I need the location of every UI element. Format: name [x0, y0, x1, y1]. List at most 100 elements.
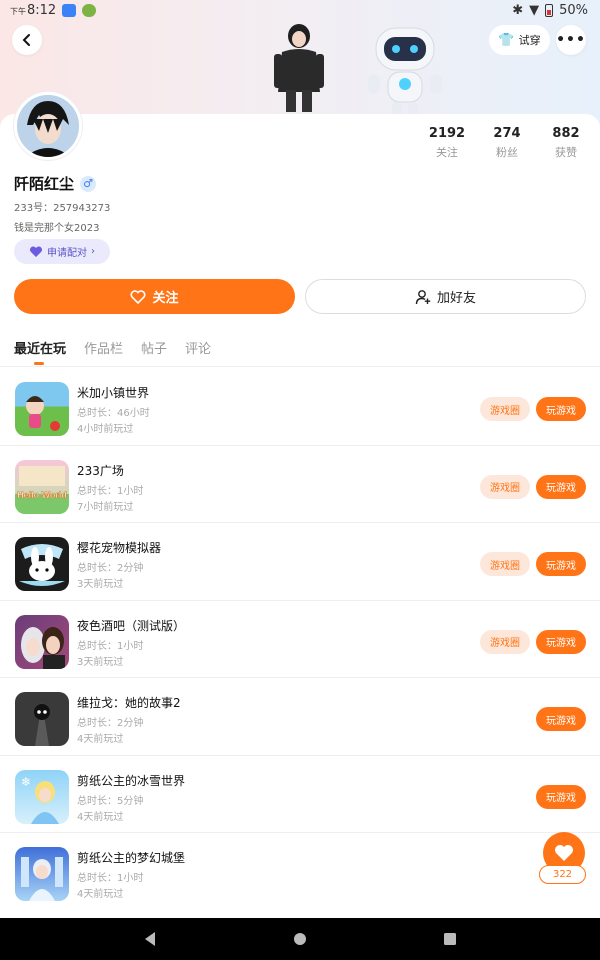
- user-id: 233号：257943273: [14, 203, 111, 214]
- game-row[interactable]: Hello World 233广场 总时长：1小时 7小时前玩过 游戏圈 玩游戏: [0, 446, 600, 523]
- game-row[interactable]: 樱花宠物模拟器 总时长：2分钟 3天前玩过 游戏圈 玩游戏: [0, 523, 600, 601]
- game-icon: [15, 847, 69, 901]
- game-row[interactable]: ❄ 剪纸公主的冰雪世界 总时长：5分钟 4天前玩过 玩游戏: [0, 756, 600, 833]
- game-name: 夜色酒吧（测试版）: [77, 618, 186, 633]
- add-user-icon: [415, 289, 431, 304]
- follow-button[interactable]: 关注: [14, 279, 295, 314]
- game-last-played: 3天前玩过: [77, 656, 124, 668]
- game-row[interactable]: 米加小镇世界 总时长：46小时 4小时前玩过 游戏圈 玩游戏: [0, 368, 600, 446]
- nav-recents-icon[interactable]: [443, 932, 457, 946]
- app-notification-icon: [62, 4, 76, 17]
- game-icon: ❄: [15, 769, 69, 824]
- game-icon-caption: Hello World: [17, 490, 67, 500]
- add-friend-label: 加好友: [436, 291, 476, 306]
- stat-following[interactable]: 2192 关注: [417, 126, 477, 160]
- status-ampm: 下午: [10, 7, 26, 16]
- back-button[interactable]: [12, 25, 42, 55]
- stat-value: 882: [552, 126, 580, 141]
- battery-icon: [545, 4, 554, 17]
- user-bio: 钱是完那个女2023: [14, 223, 100, 234]
- game-circle-button[interactable]: 游戏圈: [480, 629, 530, 654]
- avatar[interactable]: [14, 92, 82, 160]
- wifi-icon: ▼: [529, 3, 540, 18]
- tabs-divider: [0, 366, 600, 367]
- avatar-character-illustration: [274, 24, 324, 112]
- game-last-played: 4天前玩过: [77, 889, 124, 900]
- game-last-played: 4天前玩过: [77, 811, 124, 823]
- game-icon: Hello World: [15, 459, 69, 514]
- tab-recently-played[interactable]: 最近在玩: [14, 338, 66, 365]
- status-time: 下午8:12: [10, 3, 56, 18]
- game-icon: [15, 382, 69, 436]
- stat-followers[interactable]: 274 粉丝: [477, 126, 537, 160]
- game-last-played: 7小时前玩过: [77, 501, 134, 513]
- game-name: 维拉戈：她的故事2: [77, 696, 181, 710]
- game-row[interactable]: 夜色酒吧（测试版） 总时长：1小时 3天前玩过 游戏圈 玩游戏: [0, 601, 600, 678]
- try-on-button[interactable]: 👕 试穿: [489, 25, 550, 55]
- system-navigation-bar: [0, 918, 600, 960]
- recent-games-list: 米加小镇世界 总时长：46小时 4小时前玩过 游戏圈 玩游戏 Hello Wor…: [0, 368, 600, 911]
- heart-icon: [555, 845, 573, 861]
- game-name: 樱花宠物模拟器: [77, 541, 162, 555]
- tab-works[interactable]: 作品栏: [84, 338, 123, 357]
- game-last-played: 4小时前玩过: [77, 424, 134, 435]
- battery-percent: 50%: [559, 3, 588, 18]
- stat-value: 2192: [428, 126, 466, 141]
- nav-home-icon[interactable]: [293, 932, 307, 946]
- profile-tabs: 最近在玩 作品栏 帖子 评论: [14, 338, 211, 365]
- game-last-played: 4天前玩过: [77, 734, 124, 745]
- play-game-button[interactable]: 玩游戏: [536, 629, 586, 654]
- game-duration: 总时长：2分钟: [77, 563, 144, 574]
- game-row[interactable]: 维拉戈：她的故事2 总时长：2分钟 4天前玩过 玩游戏: [0, 678, 600, 756]
- svg-text:❄: ❄: [21, 775, 31, 789]
- tab-comments[interactable]: 评论: [185, 338, 211, 357]
- play-game-button[interactable]: 玩游戏: [536, 474, 586, 499]
- game-name: 剪纸公主的冰雪世界: [77, 773, 186, 788]
- game-duration: 总时长：1小时: [77, 640, 144, 652]
- more-options-button[interactable]: •••: [556, 25, 586, 55]
- chevron-left-icon: [22, 34, 30, 46]
- stat-label: 粉丝: [496, 146, 518, 159]
- stat-likes[interactable]: 882 获赞: [536, 126, 596, 160]
- add-friend-button[interactable]: 加好友: [305, 279, 586, 314]
- game-duration: 总时长：2分钟: [77, 718, 144, 729]
- chevron-right-icon: ›: [91, 246, 95, 257]
- nav-back-icon[interactable]: [143, 931, 157, 947]
- game-name: 233广场: [77, 463, 124, 478]
- game-last-played: 3天前玩过: [77, 579, 124, 590]
- follow-label: 关注: [152, 291, 179, 306]
- avatar-image: [17, 95, 79, 157]
- profile-page: 下午8:12 ✱ ▼ 50% 👕 试穿 ••• 2192 关注 274 粉丝 8…: [0, 0, 600, 960]
- tab-posts[interactable]: 帖子: [141, 338, 167, 357]
- game-duration: 总时长：46小时: [77, 408, 150, 419]
- game-icon: [15, 537, 69, 591]
- game-circle-button[interactable]: 游戏圈: [480, 397, 530, 421]
- game-duration: 总时长：5分钟: [77, 795, 144, 807]
- play-game-button[interactable]: 玩游戏: [536, 707, 586, 731]
- status-bar: 下午8:12 ✱ ▼ 50%: [0, 0, 600, 22]
- heart-pair-icon: [29, 245, 43, 257]
- apply-match-button[interactable]: 申请配对 ›: [14, 239, 110, 264]
- stat-label: 获赞: [555, 146, 577, 159]
- username: 阡陌红尘 ♂: [14, 173, 97, 194]
- game-icon: [15, 692, 69, 746]
- try-on-label: 试穿: [518, 34, 541, 47]
- play-game-button[interactable]: 玩游戏: [536, 784, 586, 809]
- game-circle-button[interactable]: 游戏圈: [480, 474, 530, 499]
- play-game-button[interactable]: 玩游戏: [536, 397, 586, 421]
- notification-icons: [62, 4, 96, 17]
- game-circle-button[interactable]: 游戏圈: [480, 552, 530, 576]
- game-row[interactable]: 剪纸公主的梦幻城堡 总时长：1小时 4天前玩过: [0, 833, 600, 911]
- stat-value: 274: [493, 126, 521, 141]
- more-icon: •••: [556, 32, 586, 48]
- status-clock: 8:12: [27, 3, 57, 18]
- male-icon: ♂: [80, 175, 97, 192]
- play-game-button[interactable]: 玩游戏: [536, 552, 586, 576]
- game-name: 米加小镇世界: [77, 386, 150, 400]
- android-notification-icon: [82, 4, 96, 17]
- game-duration: 总时长：1小时: [77, 485, 144, 497]
- status-right: ✱ ▼ 50%: [512, 3, 588, 18]
- shirt-icon: 👕: [498, 32, 515, 48]
- like-count: 322: [539, 865, 586, 884]
- username-text: 阡陌红尘: [14, 175, 75, 193]
